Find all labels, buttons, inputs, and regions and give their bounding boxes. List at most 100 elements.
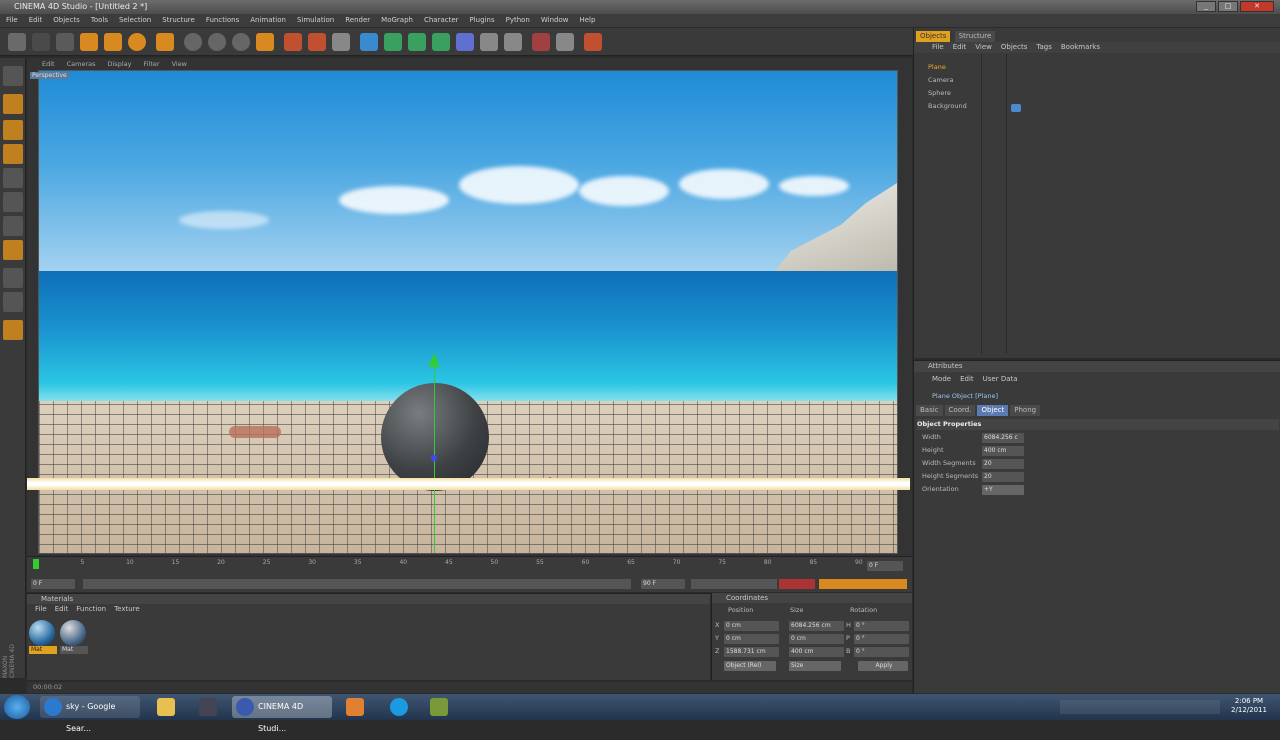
size-x-field[interactable]: 6084.256 cm [789,621,844,631]
playhead[interactable] [33,559,39,569]
cube-icon[interactable] [360,33,378,51]
vp-menu-cameras[interactable]: Cameras [67,59,96,70]
menu-character[interactable]: Character [424,14,459,27]
prop-width-seg-field[interactable]: 20 [982,459,1024,469]
maximize-button[interactable]: □ [1218,1,1238,12]
timeline-range-slider[interactable] [83,579,631,589]
objects-menu-objects[interactable]: Objects [1001,42,1027,53]
menu-window[interactable]: Window [541,14,569,27]
materials-menu-function[interactable]: Function [76,604,106,615]
size-z-field[interactable]: 400 cm [789,647,844,657]
menu-objects[interactable]: Objects [53,14,79,27]
render-region-icon[interactable] [308,33,326,51]
texture-mode-icon[interactable] [3,120,23,140]
start-frame-field[interactable]: 0 F [31,579,75,589]
record-icon[interactable] [584,33,602,51]
app2-icon[interactable] [430,698,448,716]
menu-file[interactable]: File [6,14,18,27]
size-y-field[interactable]: 0 cm [789,634,844,644]
taskbar-item-browser[interactable]: sky - Google Sear... [40,696,140,733]
array-icon[interactable] [408,33,426,51]
y-axis-handle-icon[interactable] [428,353,440,367]
menu-simulation[interactable]: Simulation [297,14,334,27]
end-frame-field[interactable]: 0 F [867,561,903,571]
vp-menu-display[interactable]: Display [108,59,132,70]
redo-icon[interactable] [32,33,50,51]
objects-menu-bookmarks[interactable]: Bookmarks [1061,42,1100,53]
position-y-field[interactable]: 0 cm [724,634,779,644]
environment-icon[interactable] [504,33,522,51]
points-mode-icon[interactable] [3,168,23,188]
workplane-icon[interactable] [3,292,23,312]
materials-menu-file[interactable]: File [35,604,47,615]
tab-structure[interactable]: Structure [954,31,996,42]
prop-height-seg-field[interactable]: 20 [982,472,1024,482]
skype-icon[interactable] [390,698,408,716]
object-item-sphere[interactable]: Sphere [928,88,951,99]
menu-help[interactable]: Help [579,14,595,27]
close-button[interactable]: ✕ [1240,1,1274,12]
max-frame-field[interactable]: 90 F [641,579,685,589]
system-tray[interactable] [1060,700,1220,714]
size-mode-dropdown[interactable]: Size [789,661,841,671]
record-controls[interactable] [779,579,815,589]
objects-menu-file[interactable]: File [932,42,944,53]
material-swatch[interactable]: Mat [60,620,88,658]
attr-menu-mode[interactable]: Mode [932,374,951,385]
subdivision-icon[interactable] [384,33,402,51]
tab-objects[interactable]: Objects [916,31,951,42]
key-controls[interactable] [819,579,907,589]
menu-plugins[interactable]: Plugins [470,14,495,27]
coordinate-system-icon[interactable] [256,33,274,51]
vp-menu-filter[interactable]: Filter [143,59,159,70]
vp-menu-edit[interactable]: Edit [42,59,55,70]
app-icon[interactable] [199,698,217,716]
objects-menu-tags[interactable]: Tags [1036,42,1052,53]
object-item-camera[interactable]: Camera [928,75,954,86]
menu-structure[interactable]: Structure [162,14,195,27]
checkerboard-icon[interactable] [3,268,23,288]
y-axis-icon[interactable] [208,33,226,51]
tab-basic[interactable]: Basic [916,405,943,416]
prop-width-field[interactable]: 6084.256 c [982,433,1024,443]
apply-button[interactable]: Apply [858,661,908,671]
media-player-icon[interactable] [346,698,364,716]
playback-controls[interactable] [691,579,777,589]
menu-render[interactable]: Render [345,14,370,27]
rotation-b-field[interactable]: 0 ° [854,647,909,657]
menu-tools[interactable]: Tools [91,14,108,27]
rotation-p-field[interactable]: 0 ° [854,634,909,644]
position-x-field[interactable]: 0 cm [724,621,779,631]
objects-menu-edit[interactable]: Edit [953,42,967,53]
menu-python[interactable]: Python [506,14,530,27]
coordinate-mode-dropdown[interactable]: Object (Rel) [724,661,776,671]
attr-menu-edit[interactable]: Edit [960,374,974,385]
tab-phong[interactable]: Phong [1010,405,1041,416]
select-icon[interactable] [56,33,74,51]
undo-icon[interactable] [8,33,26,51]
material-swatch[interactable]: Mat [29,620,57,658]
clock[interactable]: 2:06 PM 2/12/2011 [1224,697,1274,715]
make-editable-icon[interactable] [3,66,23,86]
model-mode-icon[interactable] [3,94,23,114]
menu-edit[interactable]: Edit [29,14,43,27]
tab-object[interactable]: Object [977,405,1009,416]
vp-menu-view[interactable]: View [172,59,187,70]
prop-height-field[interactable]: 400 cm [982,446,1024,456]
axis-mode-icon[interactable] [3,144,23,164]
camera-icon[interactable] [532,33,550,51]
taskbar-item-cinema4d[interactable]: CINEMA 4D Studi... [232,696,332,733]
generator-icon[interactable] [432,33,450,51]
prop-orientation-dropdown[interactable]: +Y [982,485,1024,495]
menu-selection[interactable]: Selection [119,14,151,27]
material-tag-icon[interactable] [1011,104,1021,112]
position-z-field[interactable]: 1588.731 cm [724,647,779,657]
timeline[interactable]: 051015202530354045505560657075808590 0 F… [27,556,912,592]
menu-mograph[interactable]: MoGraph [381,14,413,27]
rotation-h-field[interactable]: 0 ° [854,621,909,631]
object-item-background[interactable]: Background [928,101,967,112]
render-view-icon[interactable] [284,33,302,51]
tab-coord[interactable]: Coord. [944,405,976,416]
edges-mode-icon[interactable] [3,192,23,212]
materials-menu-texture[interactable]: Texture [114,604,140,615]
